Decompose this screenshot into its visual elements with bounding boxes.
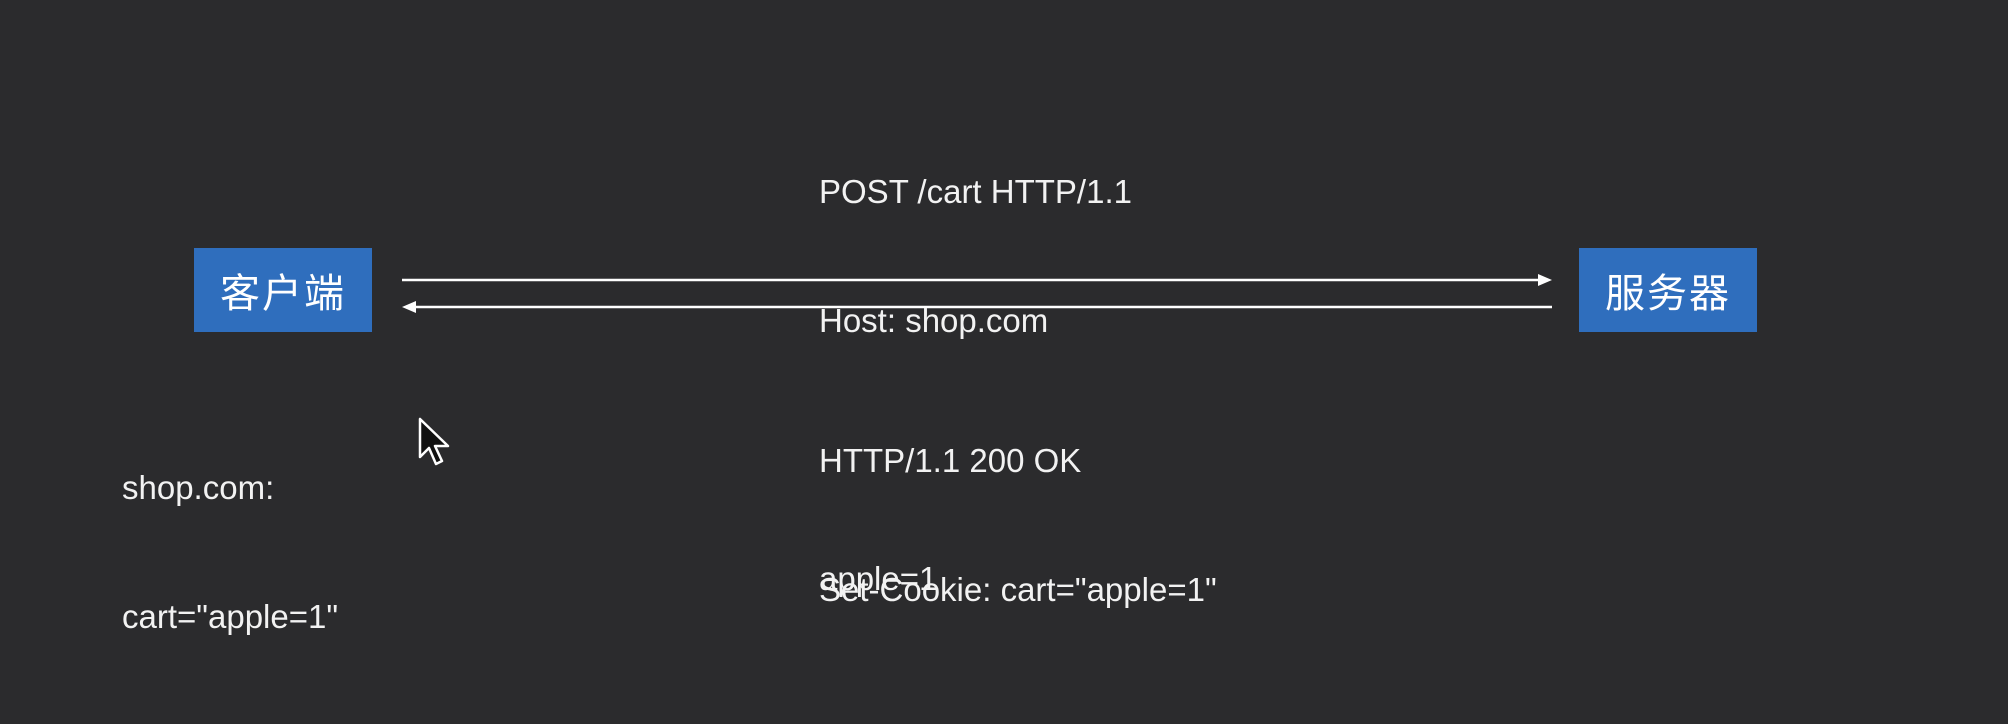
response-set-cookie-header: Set-Cookie: cart="apple=1" (819, 571, 1217, 608)
response-status-line: HTTP/1.1 200 OK (819, 442, 1082, 479)
http-cookie-diagram: 客户端 服务器 POST /cart HTTP/1.1 Host: shop.c… (0, 0, 2008, 635)
cookie-value: cart="apple=1" (122, 598, 339, 635)
http-response-message: HTTP/1.1 200 OK Set-Cookie: cart="apple=… (819, 353, 1217, 697)
client-cookie-store: shop.com: cart="apple=1" (122, 380, 338, 724)
request-host-header: Host: shop.com (819, 302, 1049, 339)
mouse-pointer-icon (418, 417, 450, 466)
request-line: POST /cart HTTP/1.1 (819, 173, 1132, 210)
cookie-domain: shop.com: (122, 469, 275, 506)
